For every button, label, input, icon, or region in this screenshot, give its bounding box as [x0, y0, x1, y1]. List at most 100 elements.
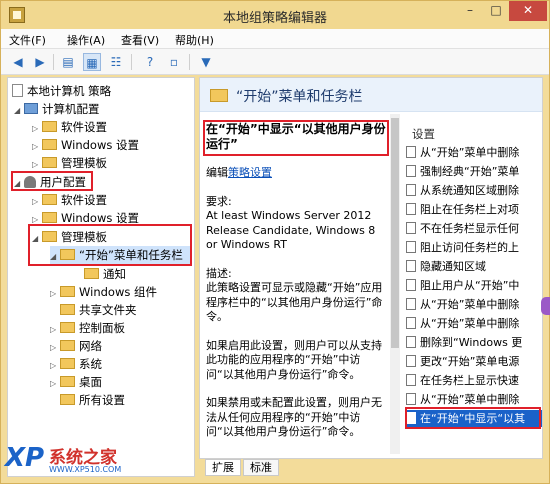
help-icon[interactable]: ?: [141, 53, 159, 71]
folder-icon: [42, 121, 57, 132]
policy-description: 在“开始”中显示“以其他用户身份运行” 编辑策略设置 要求: At least …: [206, 122, 388, 452]
menu-file[interactable]: 文件(F): [9, 32, 46, 48]
scrollbar-thumb[interactable]: [391, 118, 399, 348]
enabled-text: 如果启用此设置，则用户可以从支持此功能的应用程序的“开始”中访问“以其他用户身份…: [206, 338, 382, 381]
tree-node-control-panel[interactable]: ▷ 控制面板: [50, 319, 125, 337]
highlight-box-selected-item: [405, 407, 541, 429]
folder-icon: [60, 394, 75, 405]
tree-node-notify[interactable]: 通知: [84, 265, 126, 283]
console-tree-icon[interactable]: ▦: [83, 53, 101, 71]
menu-help[interactable]: 帮助(H): [175, 32, 214, 48]
requirements-text: At least Windows Server 2012 Release Can…: [206, 209, 376, 251]
side-scroll-handle[interactable]: [541, 297, 550, 315]
folder-icon: [84, 268, 99, 279]
properties-icon[interactable]: ▫: [165, 53, 183, 71]
list-item[interactable]: 强制经典“开始”菜单: [406, 163, 542, 180]
highlight-box-policy-title: [203, 120, 389, 156]
policy-item-icon: [406, 374, 416, 386]
list-item[interactable]: 从“开始”菜单中删除: [406, 144, 542, 161]
description-text: 此策略设置可显示或隐藏“开始”应用程序栏中的“以其他用户身份运行”命令。: [206, 281, 383, 323]
close-button[interactable]: ✕: [509, 1, 547, 21]
show-hide-tree-icon[interactable]: ▤: [59, 53, 77, 71]
folder-icon: [210, 89, 228, 102]
maximize-button[interactable]: □: [483, 1, 509, 21]
menu-view[interactable]: 查看(V): [121, 32, 159, 48]
policy-item-icon: [406, 260, 416, 272]
list-item[interactable]: 从系统通知区域删除: [406, 182, 542, 199]
expand-arrow-icon[interactable]: ▷: [50, 285, 60, 303]
tree-node-system[interactable]: ▷ 系统: [50, 355, 102, 373]
expand-arrow-icon[interactable]: ▷: [50, 375, 60, 393]
policy-item-icon: [406, 222, 416, 234]
folder-icon: [60, 376, 75, 387]
computer-icon: [24, 103, 38, 114]
back-arrow-icon[interactable]: ◀: [9, 53, 27, 71]
folder-icon: [42, 157, 57, 168]
tree-node-computer-config[interactable]: ◢ 计算机配置: [14, 100, 100, 118]
policy-item-icon: [406, 279, 416, 291]
tree-node-desktop[interactable]: ▷ 桌面: [50, 373, 102, 391]
edit-policy-link[interactable]: 策略设置: [228, 166, 272, 179]
policy-item-icon: [406, 355, 416, 367]
list-item[interactable]: 删除到“Windows 更: [406, 334, 542, 351]
list-item[interactable]: 从“开始”菜单中删除: [406, 296, 542, 313]
disabled-text: 如果禁用或未配置此设置，则用户无法从任何应用程序的“开始”中访问“以其他用户身份…: [206, 396, 382, 438]
toolbar-separator: [189, 54, 190, 70]
highlight-box-admin-templates: [28, 224, 192, 266]
list-item[interactable]: 阻止在任务栏上对项: [406, 201, 542, 218]
view-tabs: 扩展 标准: [199, 459, 543, 477]
list-item[interactable]: 隐藏通知区域: [406, 258, 542, 275]
list-item[interactable]: 不在任务栏显示任何: [406, 220, 542, 237]
tree-node-shared-folders[interactable]: 共享文件夹: [60, 301, 137, 319]
watermark-url: WWW.XP510.COM: [49, 465, 122, 474]
console-tree: 本地计算机 策略 ◢ 计算机配置 ▷ 软件设置 ▷ Windows 设置 ▷ 管理模板 …: [7, 77, 195, 477]
minimize-button[interactable]: –: [457, 1, 483, 21]
policy-item-icon: [406, 184, 416, 196]
settings-column-header[interactable]: 设置: [412, 126, 435, 142]
policy-item-icon: [406, 203, 416, 215]
list-item[interactable]: 在任务栏上显示快速: [406, 372, 542, 389]
menu-bar: 文件(F) 操作(A) 查看(V) 帮助(H): [1, 29, 549, 49]
forward-arrow-icon[interactable]: ▶: [31, 53, 49, 71]
title-bar: 本地组策略编辑器 – □ ✕: [1, 1, 549, 29]
tree-node-cc-windows[interactable]: ▷ Windows 设置: [32, 136, 139, 154]
folder-icon: [42, 139, 57, 150]
folder-icon: [60, 286, 75, 297]
tree-node-uc-software[interactable]: ▷ 软件设置: [32, 191, 107, 209]
menu-action[interactable]: 操作(A): [67, 32, 105, 48]
list-item[interactable]: 更改“开始”菜单电源: [406, 353, 542, 370]
description-scrollbar[interactable]: [390, 114, 400, 454]
watermark-logo: XP: [5, 443, 45, 473]
tree-node-win-components[interactable]: ▷ Windows 组件: [50, 283, 157, 301]
tree-node-network[interactable]: ▷ 网络: [50, 337, 102, 355]
list-item[interactable]: 阻止访问任务栏的上: [406, 239, 542, 256]
folder-icon: [60, 322, 75, 333]
policy-item-icon: [406, 317, 416, 329]
toolbar-separator: [131, 54, 132, 70]
tree-node-cc-admin[interactable]: ▷ 管理模板: [32, 154, 107, 172]
list-item[interactable]: 从“开始”菜单中删除: [406, 315, 542, 332]
highlight-box-user-config: [11, 171, 93, 191]
collapse-arrow-icon[interactable]: ◢: [14, 102, 24, 120]
list-item[interactable]: 从“开始”菜单中删除: [406, 391, 542, 408]
tree-node-all-settings[interactable]: 所有设置: [60, 391, 125, 409]
export-list-icon[interactable]: ☷: [107, 53, 125, 71]
folder-icon: [60, 304, 75, 315]
policy-item-icon: [406, 336, 416, 348]
folder-icon: [60, 340, 75, 351]
toolbar: ◀ ▶ ▤ ▦ ☷ ? ▫ ▼: [1, 49, 549, 75]
filter-icon[interactable]: ▼: [197, 53, 215, 71]
tab-standard[interactable]: 标准: [243, 459, 279, 476]
policy-item-icon: [406, 393, 416, 405]
description-label: 描述:: [206, 266, 232, 280]
policy-item-icon: [406, 298, 416, 310]
details-title: “开始”菜单和任务栏: [236, 89, 363, 105]
folder-icon: [42, 212, 57, 223]
list-item[interactable]: 阻止用户从“开始”中: [406, 277, 542, 294]
toolbar-separator: [53, 54, 54, 70]
policy-item-icon: [406, 241, 416, 253]
folder-icon: [42, 194, 57, 205]
tree-node-root[interactable]: 本地计算机 策略: [12, 82, 111, 100]
tree-node-cc-software[interactable]: ▷ 软件设置: [32, 118, 107, 136]
tab-extended[interactable]: 扩展: [205, 459, 241, 476]
